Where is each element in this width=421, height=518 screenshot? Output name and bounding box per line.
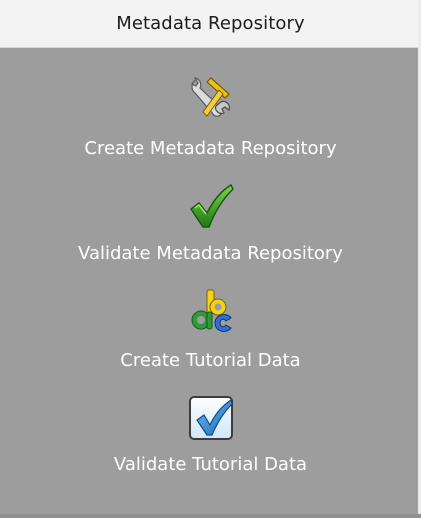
tools-wrench-hammer-icon bbox=[190, 77, 230, 117]
task-label: Create Metadata Repository bbox=[84, 138, 337, 159]
checkbox-checkmark-icon bbox=[188, 396, 233, 440]
panel-bottom-edge bbox=[0, 514, 421, 518]
validate-metadata-repository-task[interactable]: Validate Metadata Repository bbox=[0, 181, 421, 265]
validate-tutorial-data-task[interactable]: Validate Tutorial Data bbox=[0, 392, 421, 476]
create-tutorial-data-task[interactable]: Create Tutorial Data bbox=[0, 286, 421, 372]
metadata-repository-panel: Metadata Repository Create Metadata Repo… bbox=[0, 0, 421, 518]
abc-letters-icon bbox=[191, 289, 232, 332]
panel-title: Metadata Repository bbox=[116, 13, 305, 34]
create-metadata-repository-task[interactable]: Create Metadata Repository bbox=[0, 72, 421, 160]
panel-header: Metadata Repository bbox=[0, 0, 421, 48]
task-label: Validate Tutorial Data bbox=[113, 454, 308, 475]
green-checkmark-icon bbox=[189, 184, 234, 228]
task-label: Create Tutorial Data bbox=[120, 350, 301, 371]
task-label: Validate Metadata Repository bbox=[78, 243, 343, 264]
